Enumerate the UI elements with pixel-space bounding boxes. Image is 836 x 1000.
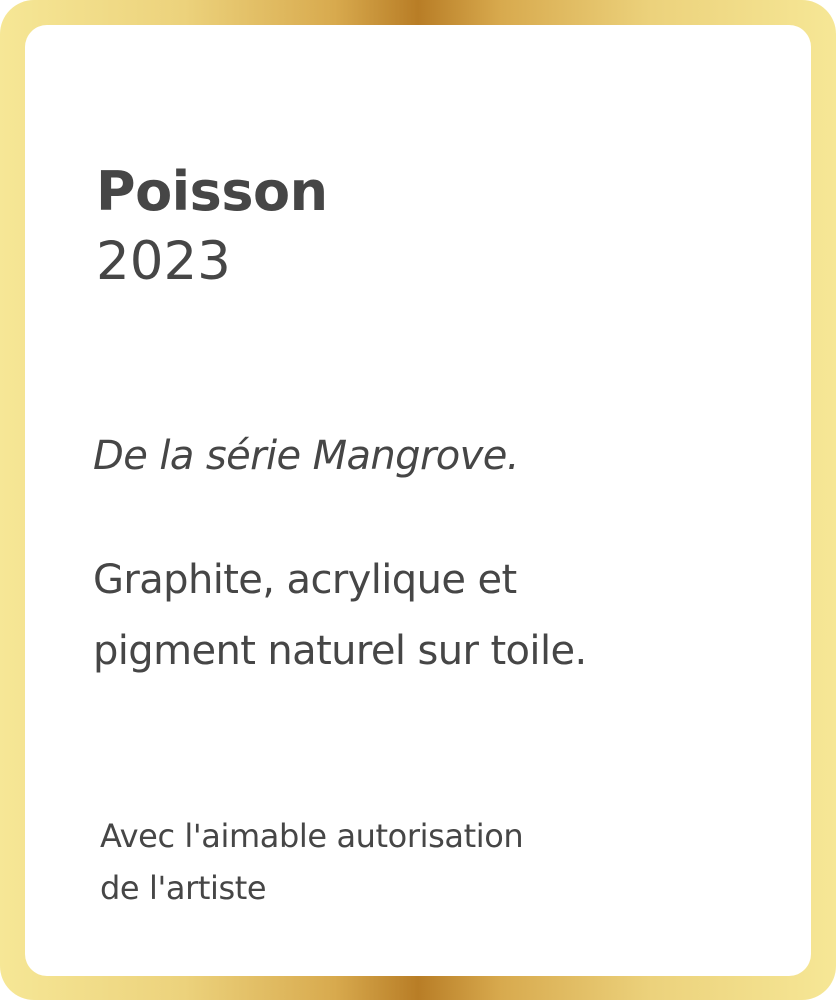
artwork-medium: Graphite, acrylique et pigment naturel s…: [93, 545, 773, 687]
artwork-title: Poisson: [96, 160, 328, 223]
artwork-credit: Avec l'aimable autorisation de l'artiste: [100, 810, 780, 914]
artwork-year: 2023: [96, 231, 231, 292]
artwork-label-card: Poisson 2023 De la série Mangrove. Graph…: [25, 25, 811, 976]
artwork-series: De la série Mangrove.: [93, 433, 519, 479]
credit-line: Avec l'aimable autorisation: [100, 817, 524, 855]
medium-line: Graphite, acrylique et: [93, 557, 517, 603]
credit-line: de l'artiste: [100, 869, 267, 907]
gold-frame: Poisson 2023 De la série Mangrove. Graph…: [0, 0, 836, 1000]
medium-line: pigment naturel sur toile.: [93, 628, 587, 674]
